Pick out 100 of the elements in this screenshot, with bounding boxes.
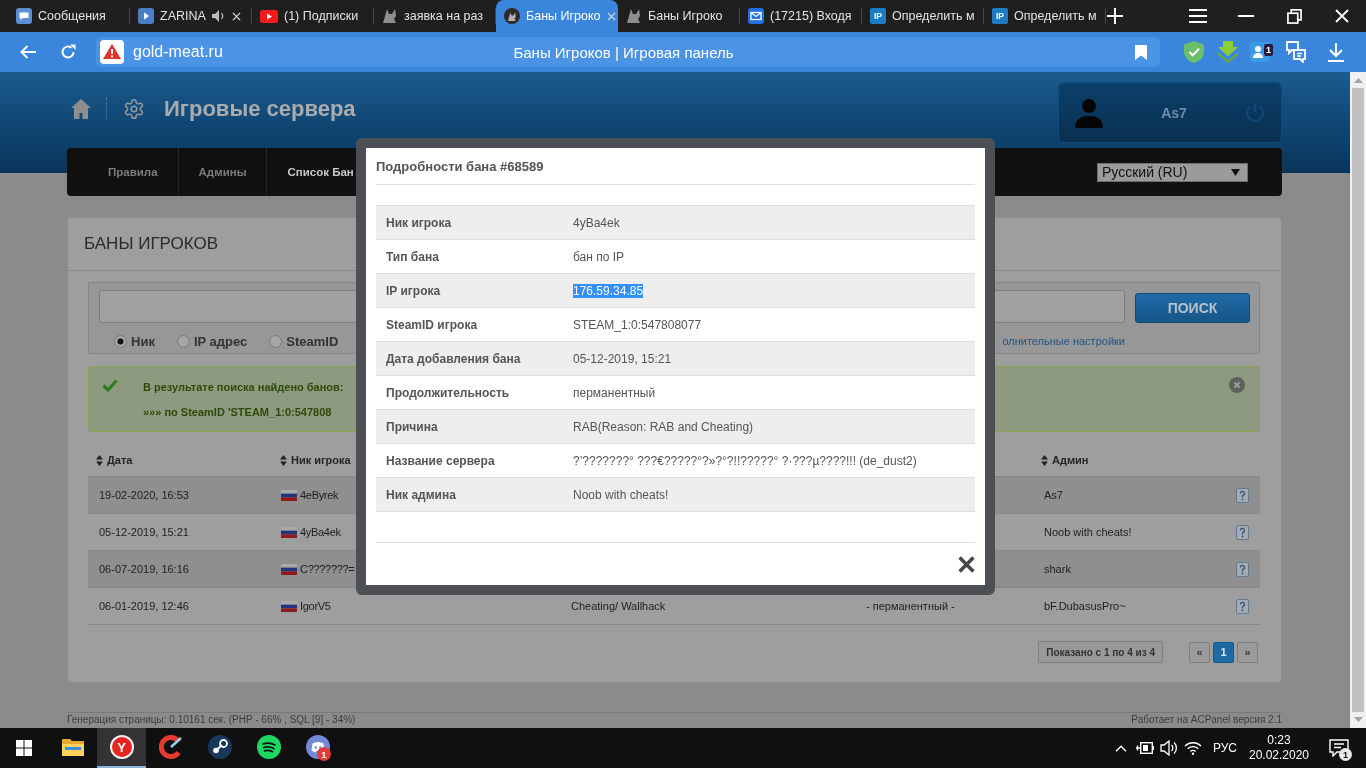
bookmark-icon[interactable]: [1135, 44, 1147, 60]
sort-icon[interactable]: [1041, 454, 1048, 466]
detail-value: Noob with cheats!: [573, 487, 669, 502]
plus-icon[interactable]: [1107, 8, 1123, 24]
footer-text: Работает на ACPanel версия 2.1: [1131, 714, 1282, 726]
taskbar-button[interactable]: Y: [97, 728, 146, 768]
notification-icon[interactable]: [1329, 739, 1349, 757]
chat-bubble-icon: [16, 8, 32, 24]
browser-tab[interactable]: (17215) Входя: [740, 0, 862, 32]
browser-tab[interactable]: (1) Подписки: [252, 0, 374, 32]
browser-tab[interactable]: Баны Игроко: [618, 0, 740, 32]
input-language[interactable]: РУС: [1204, 741, 1246, 755]
warning-icon[interactable]: [100, 40, 124, 64]
reload-icon[interactable]: [60, 44, 76, 60]
table-cell: 19-02-2020, 16:53: [99, 489, 189, 501]
help-icon[interactable]: [1236, 487, 1249, 503]
card-title: БАНЫ ИГРОКОВ: [84, 234, 219, 254]
radio-button-icon[interactable]: [114, 334, 127, 348]
radio-option[interactable]: SteamID: [269, 333, 339, 349]
search-button[interactable]: ПОИСК: [1135, 293, 1250, 323]
scrollbar-thumb[interactable]: [1352, 88, 1364, 712]
address-field[interactable]: gold-meat.ru Баны Игроков | Игровая панель: [96, 37, 1160, 67]
animal-silhouette-icon: [382, 8, 398, 24]
radio-button-icon[interactable]: [176, 334, 190, 348]
detail-label: Название сервера: [386, 453, 495, 468]
site-title: Игровые сервера: [164, 96, 356, 122]
column-header[interactable]: Дата: [96, 454, 133, 466]
browser-tab[interactable]: заявка на раз: [374, 0, 496, 32]
help-icon[interactable]: [1236, 598, 1249, 614]
nav-link[interactable]: Список Бан: [287, 162, 354, 182]
language-select[interactable]: Русский (RU): [1097, 162, 1248, 182]
sort-icon[interactable]: [96, 454, 103, 466]
volume-icon[interactable]: [1159, 740, 1178, 756]
detail-value: STEAM_1:0:547808077: [573, 317, 702, 332]
caret-icon: [1231, 168, 1240, 176]
detail-label: IP игрока: [386, 283, 441, 298]
detail-label: Дата добавления бана: [386, 351, 521, 366]
play-icon: [138, 8, 154, 24]
download-icon[interactable]: [1327, 42, 1345, 62]
radio-option[interactable]: IP адрес: [176, 333, 248, 349]
sort-icon[interactable]: [280, 454, 287, 466]
arc-logo-icon: [158, 735, 183, 759]
folder-icon: [61, 738, 84, 756]
four-panes-icon: [16, 740, 32, 756]
round-animal-icon: [504, 8, 520, 24]
menu-icon[interactable]: [1189, 9, 1207, 23]
shield-check-icon[interactable]: [1184, 41, 1204, 63]
nav-link[interactable]: Админы: [198, 162, 247, 182]
prev-page-button[interactable]: «: [1189, 641, 1210, 663]
browser-tab[interactable]: IP Определить м: [984, 0, 1106, 32]
modal-title: Подробности бана #68589: [376, 158, 544, 174]
browser-tab[interactable]: IP Определить м: [862, 0, 984, 32]
wifi-icon[interactable]: [1183, 741, 1202, 755]
radio-option[interactable]: Ник: [114, 333, 155, 349]
radio-button-icon[interactable]: [269, 334, 283, 348]
detail-label: SteamID игрока: [386, 317, 478, 332]
flag-icon: [281, 563, 297, 575]
user-name: As7: [1160, 104, 1188, 121]
help-icon[interactable]: [1236, 524, 1249, 540]
clock[interactable]: 0:23 20.02.2020: [1246, 733, 1312, 763]
video-play-icon: [260, 9, 278, 23]
detail-value: RAB(Reason: RAB and Cheating): [573, 419, 754, 434]
scrollbar[interactable]: [1350, 72, 1366, 728]
chat-bubbles-icon[interactable]: [1285, 41, 1307, 63]
column-header[interactable]: Админ: [1041, 454, 1089, 466]
detail-label: Продолжительность: [386, 385, 510, 400]
home-icon[interactable]: [70, 98, 92, 120]
gear-icon: [124, 99, 144, 119]
detail-label: Ник админа: [386, 487, 456, 502]
table-cell: 06-01-2019, 12:46: [99, 600, 189, 612]
taskbar-button[interactable]: 1: [293, 728, 342, 768]
checkmark-icon: [102, 379, 118, 392]
back-icon[interactable]: [20, 45, 36, 59]
table-cell: Cheating/ Wallhack: [571, 600, 666, 612]
browser-tab[interactable]: ZARINA: [130, 0, 252, 32]
detail-label: Ник игрока: [386, 215, 452, 230]
table-cell: - перманентный -: [866, 600, 955, 612]
url-text: gold-meat.ru: [133, 43, 223, 61]
detail-label: Причина: [386, 419, 438, 434]
nav-link[interactable]: Правила: [108, 162, 158, 182]
message-text: В результате поиска найдено банов:: [143, 380, 344, 395]
battery-icon[interactable]: [1135, 742, 1154, 754]
close-icon[interactable]: [958, 555, 975, 573]
browser-tab[interactable]: Баны Игроко: [496, 0, 618, 32]
table-cell: As7: [1044, 489, 1063, 501]
help-icon[interactable]: [1236, 561, 1249, 577]
restore-icon[interactable]: [1286, 8, 1302, 24]
flag-icon: [281, 526, 297, 538]
browser-tab[interactable]: Сообщения: [8, 0, 130, 32]
sound-arcs-icon: [256, 735, 281, 759]
table-cell: 05-12-2019, 15:21: [99, 526, 189, 538]
detail-value: 176.59.34.85: [573, 283, 644, 298]
chevron-up-icon[interactable]: [1114, 744, 1127, 752]
detail-label: Тип бана: [386, 249, 439, 264]
column-header[interactable]: Ник игрока: [280, 454, 351, 466]
site-logo: IP: [992, 8, 1008, 24]
table-cell: 06-07-2019, 16:16: [99, 563, 189, 575]
page-button[interactable]: 1: [1213, 641, 1234, 663]
next-page-button[interactable]: »: [1237, 641, 1258, 663]
speaker-icon[interactable]: [211, 10, 226, 22]
